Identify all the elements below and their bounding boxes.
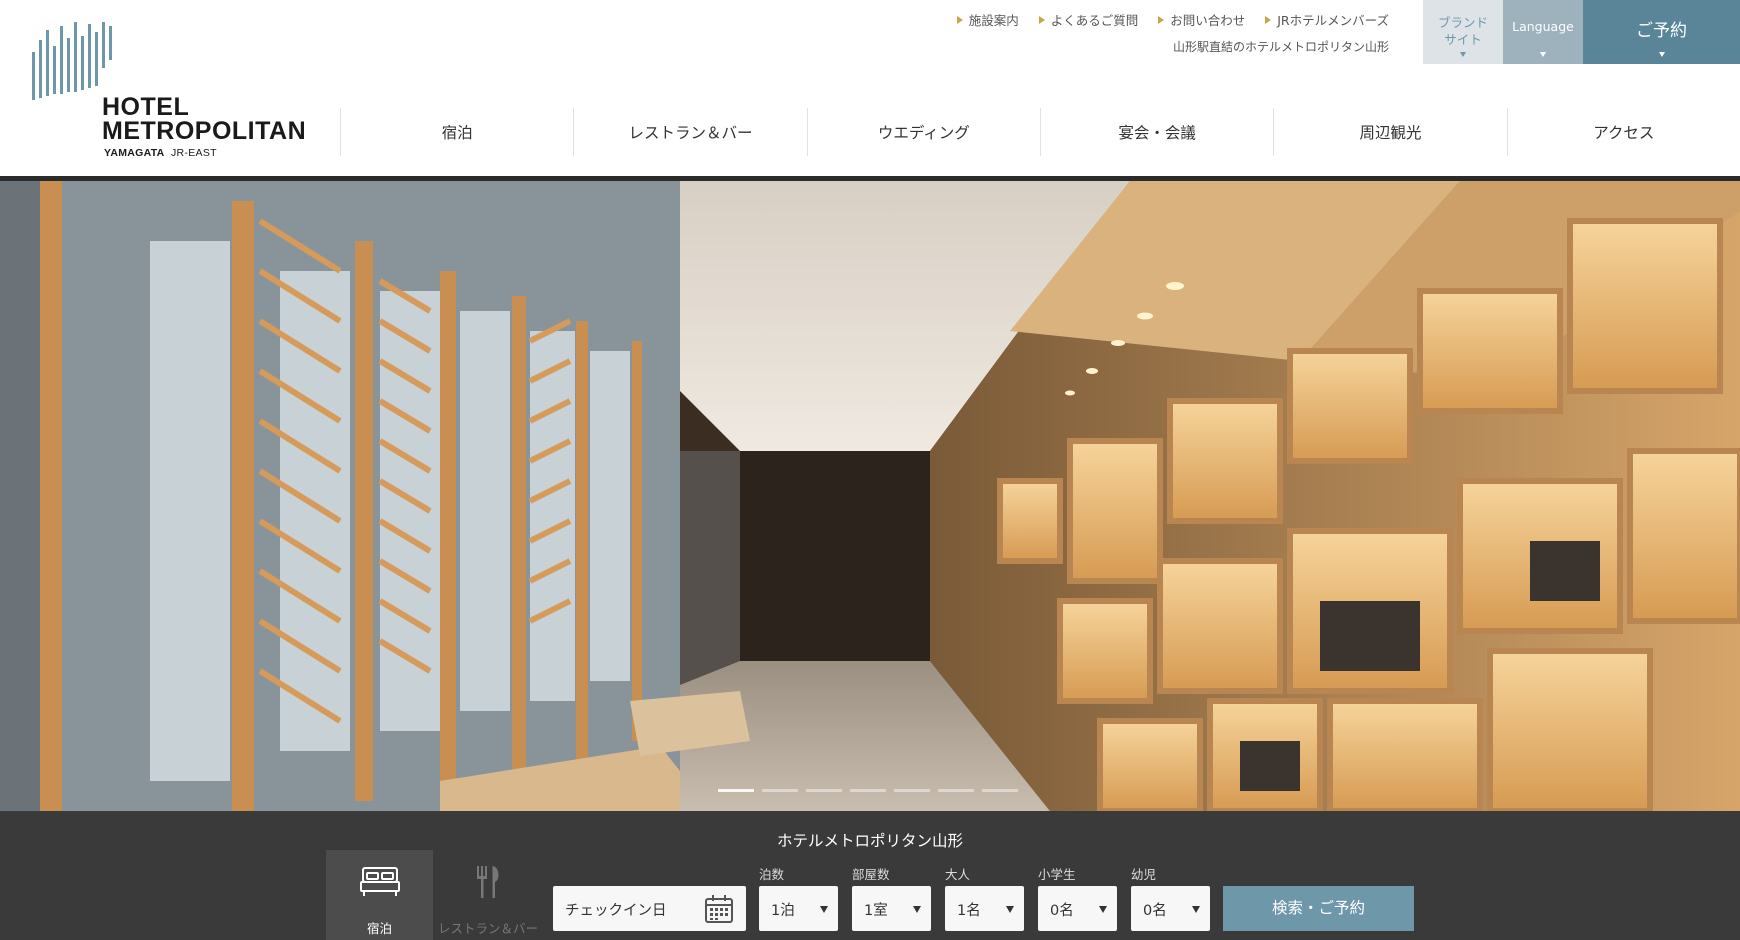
tagline: 山形駅直結のホテルメトロポリタン山形 (1172, 40, 1389, 54)
hero-slideshow[interactable] (0, 181, 1740, 811)
search-reserve-button[interactable]: 検索・ご予約 (1223, 886, 1414, 931)
utility-links: 施設案内 よくあるご質問 お問い合わせ JRホテルメンバーズ (956, 10, 1389, 29)
infants-label: 幼児 (1131, 867, 1157, 882)
fork-knife-icon (477, 866, 499, 898)
nights-label: 泊数 (759, 867, 785, 882)
adults-label: 大人 (945, 867, 971, 882)
booking-title: ホテルメトロポリタン山形 (776, 832, 963, 850)
tab-stay[interactable]: 宿泊 (326, 850, 433, 940)
logo-subtitle: YAMAGATA JR-EAST (104, 147, 217, 159)
triangle-right-icon (1038, 15, 1045, 24)
language-label: Language (1512, 19, 1574, 34)
select-arrow-icon (1099, 906, 1107, 913)
checkin-label: チェックイン日 (565, 903, 667, 919)
select-arrow-icon (913, 906, 921, 913)
tab-restaurant[interactable]: レストラン＆バー (433, 850, 543, 940)
slide-dot[interactable] (850, 789, 886, 792)
nights-value: 1泊 (771, 903, 795, 919)
booking-bar: ホテルメトロポリタン山形 宿泊 レストラン＆バー チェックイン日 泊数 1泊 部… (0, 811, 1740, 940)
logo-metropolitan-text: METROPOLITAN (102, 117, 307, 145)
util-link-label: お問い合わせ (1170, 13, 1246, 28)
hotel-logo[interactable]: HOTEL METROPOLITAN YAMAGATA JR-EAST (32, 22, 306, 162)
logo-rail: JR-EAST (170, 147, 217, 159)
children-label: 小学生 (1038, 867, 1076, 882)
slide-dot[interactable] (718, 789, 754, 792)
slide-dot[interactable] (982, 789, 1018, 792)
caret-down-icon (1658, 52, 1665, 57)
util-link-label: よくあるご質問 (1050, 13, 1139, 28)
rooms-value: 1室 (864, 903, 888, 919)
infants-select[interactable]: 0名 (1131, 886, 1210, 931)
rooms-select[interactable]: 1室 (852, 886, 931, 931)
util-link-faq[interactable]: よくあるご質問 (1038, 10, 1139, 29)
checkin-date-picker[interactable]: チェックイン日 (553, 886, 746, 931)
nav-item-stay[interactable]: 宿泊 (340, 108, 573, 156)
triangle-right-icon (956, 15, 963, 24)
slide-dot[interactable] (762, 789, 798, 792)
brand-site-button[interactable]: ブランド サイト (1423, 0, 1503, 64)
select-arrow-icon (1006, 906, 1014, 913)
slide-dot[interactable] (894, 789, 930, 792)
adults-select[interactable]: 1名 (945, 886, 1024, 931)
reserve-button[interactable]: ご予約 (1583, 0, 1740, 64)
tab-stay-label: 宿泊 (366, 921, 392, 936)
language-button[interactable]: Language (1503, 0, 1583, 64)
select-arrow-icon (820, 906, 828, 913)
site-header: HOTEL METROPOLITAN YAMAGATA JR-EAST 施設案内… (0, 0, 1740, 176)
adults-value: 1名 (957, 903, 981, 919)
triangle-right-icon (1158, 15, 1165, 24)
logo-city: YAMAGATA (104, 147, 165, 159)
rooms-label: 部屋数 (852, 867, 890, 882)
util-link-contact[interactable]: お問い合わせ (1158, 10, 1245, 29)
slide-dot[interactable] (806, 789, 842, 792)
brand-site-label: ブランド サイト (1437, 15, 1488, 47)
triangle-right-icon (1265, 15, 1272, 24)
children-select[interactable]: 0名 (1038, 886, 1117, 931)
nav-item-restaurant[interactable]: レストラン＆バー (573, 108, 806, 156)
nights-select[interactable]: 1泊 (759, 886, 838, 931)
logo-bars-icon (32, 22, 112, 100)
bed-icon (359, 867, 400, 896)
caret-down-icon (1460, 52, 1466, 57)
calendar-icon (705, 895, 733, 923)
reserve-label: ご予約 (1636, 21, 1687, 41)
caret-down-icon (1540, 52, 1546, 57)
nav-item-sightseeing[interactable]: 周辺観光 (1273, 108, 1506, 156)
slide-indicators (718, 789, 1018, 792)
main-nav: 宿泊 レストラン＆バー ウエディング 宴会・会議 周辺観光 アクセス (340, 108, 1740, 156)
util-link-label: JRホテルメンバーズ (1277, 13, 1389, 28)
infants-value: 0名 (1143, 903, 1167, 919)
select-arrow-icon (1192, 906, 1200, 913)
util-link-members[interactable]: JRホテルメンバーズ (1265, 10, 1389, 29)
util-link-facility[interactable]: 施設案内 (956, 10, 1019, 29)
tab-restaurant-label: レストラン＆バー (437, 921, 538, 936)
nav-item-banquet[interactable]: 宴会・会議 (1039, 108, 1273, 156)
children-value: 0名 (1050, 903, 1074, 919)
util-link-label: 施設案内 (968, 13, 1019, 28)
nav-item-wedding[interactable]: ウエディング (806, 108, 1040, 156)
hero-lobby-image (0, 181, 1740, 811)
slide-dot[interactable] (938, 789, 974, 792)
nav-item-access[interactable]: アクセス (1506, 108, 1740, 156)
